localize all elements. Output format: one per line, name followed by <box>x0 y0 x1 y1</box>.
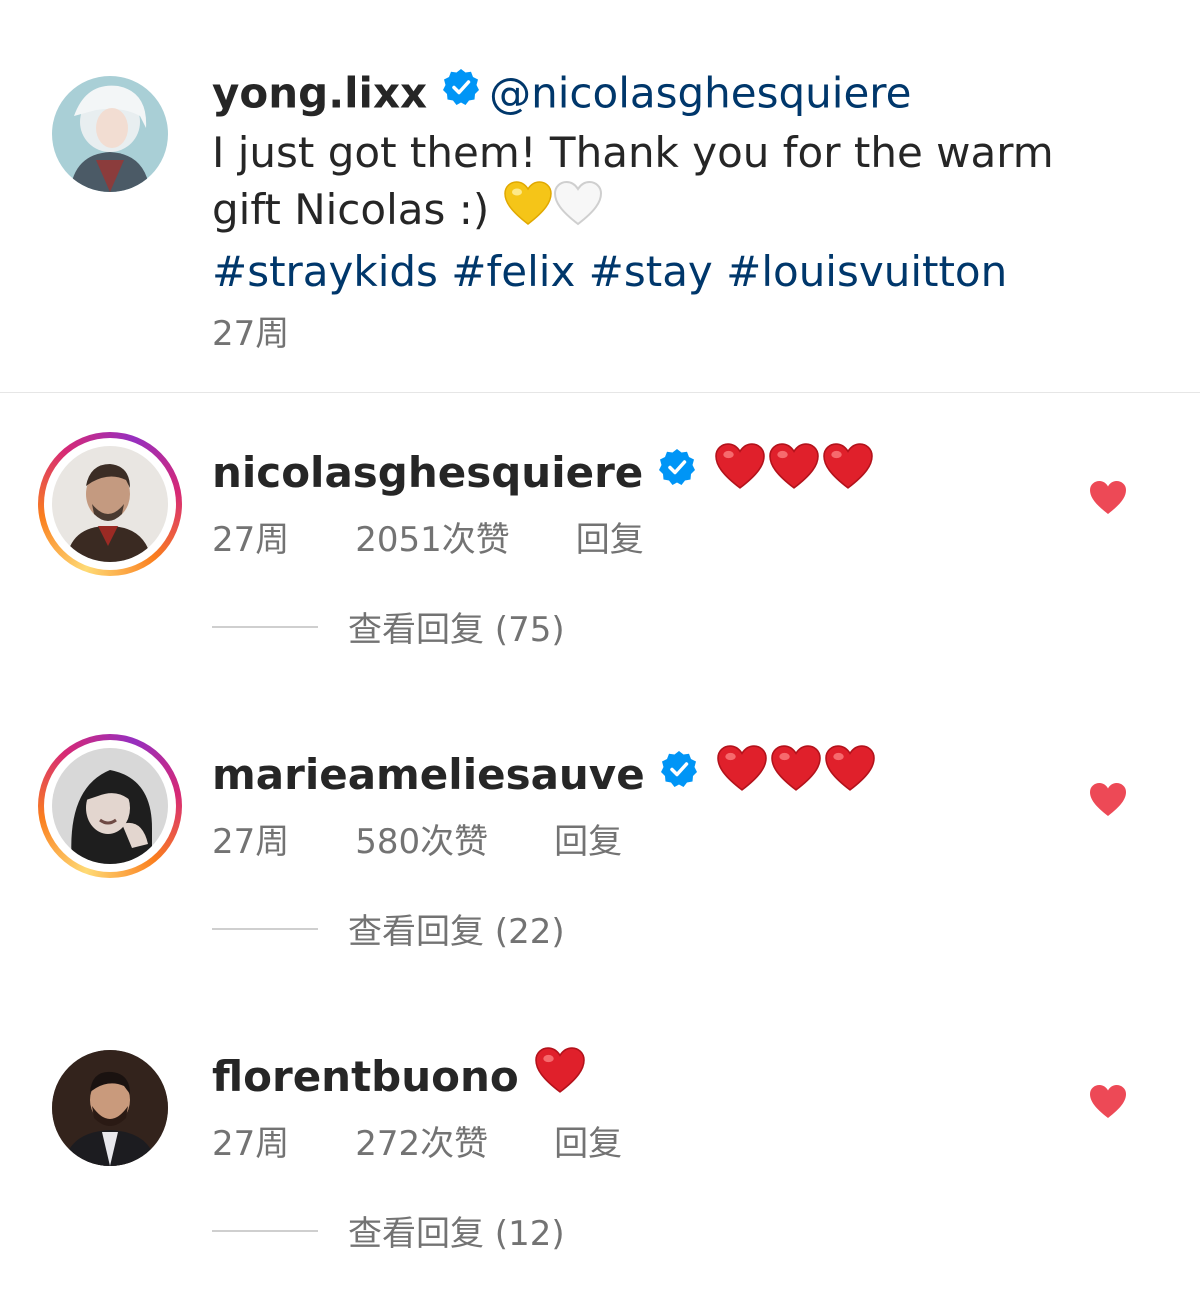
comment-meta: 27周 580次赞 回复 <box>212 814 622 863</box>
comment-likes[interactable]: 2051次赞 <box>355 512 510 561</box>
comment-item: nicolasghesquiere 27周 2051次赞 回复 查看回复 (75) <box>0 402 1200 702</box>
view-replies-button[interactable]: 查看回复 (75) <box>212 602 565 650</box>
commenter-username[interactable]: florentbuono <box>212 1052 519 1101</box>
divider <box>0 392 1200 393</box>
verified-badge-icon <box>659 748 699 802</box>
red-heart-emoji <box>767 442 821 503</box>
view-replies-label[interactable]: 查看回复 (75) <box>348 610 565 650</box>
replies-rule <box>212 927 318 930</box>
caption-line-2: I just got them! Thank you for the warm <box>212 128 1054 177</box>
caption-hashtags[interactable]: #straykids #felix #stay #louisvuitton <box>212 245 1112 299</box>
post-time: 27周 <box>212 314 290 354</box>
comment-likes[interactable]: 272次赞 <box>355 1116 488 1165</box>
view-replies-button[interactable]: 查看回复 (12) <box>212 1206 565 1254</box>
comment-likes[interactable]: 580次赞 <box>355 814 488 863</box>
reply-button[interactable]: 回复 <box>554 1116 622 1165</box>
author-username[interactable]: yong.lixx <box>212 69 427 118</box>
view-replies-label[interactable]: 查看回复 (22) <box>348 912 565 952</box>
commenter-avatar[interactable] <box>52 1050 168 1166</box>
red-heart-emoji <box>715 744 769 805</box>
caption-text: yong.lixx @nicolasghesquiere I just got t… <box>212 66 1112 299</box>
replies-rule <box>212 1229 318 1232</box>
commenter-avatar[interactable] <box>52 748 168 864</box>
red-heart-emoji <box>823 744 877 805</box>
commenter-username[interactable]: nicolasghesquiere <box>212 448 643 497</box>
view-replies-button[interactable]: 查看回复 (22) <box>212 904 565 952</box>
author-avatar[interactable] <box>52 76 168 192</box>
red-heart-emoji <box>713 442 767 503</box>
mention-link[interactable]: @nicolasghesquiere <box>489 69 911 118</box>
caption-line-1: yong.lixx @nicolasghesquiere <box>212 66 1112 126</box>
comment-meta: 27周 2051次赞 回复 <box>212 512 644 561</box>
heart-icon[interactable] <box>1088 478 1128 518</box>
heart-icon[interactable] <box>1088 1082 1128 1122</box>
red-heart-emoji <box>533 1046 587 1107</box>
comment-text: florentbuono <box>212 1046 587 1113</box>
red-heart-emoji <box>769 744 823 805</box>
story-ring[interactable] <box>38 432 182 576</box>
verified-badge-icon <box>441 66 481 120</box>
comment-item: marieameliesauve 27周 580次赞 回复 查看回复 (22) <box>0 704 1200 1004</box>
yellow-heart-emoji <box>503 180 553 239</box>
comment-time: 27周 <box>212 822 290 862</box>
caption-line-3-text: gift Nicolas :) <box>212 185 490 234</box>
commenter-username[interactable]: marieameliesauve <box>212 750 645 799</box>
comment-meta: 27周 272次赞 回复 <box>212 1116 622 1165</box>
reply-button[interactable]: 回复 <box>576 512 644 561</box>
commenter-avatar[interactable] <box>52 446 168 562</box>
heart-icon[interactable] <box>1088 780 1128 820</box>
comment-time: 27周 <box>212 520 290 560</box>
comment-time: 27周 <box>212 1124 290 1164</box>
view-replies-label[interactable]: 查看回复 (12) <box>348 1214 565 1254</box>
comment-item: florentbuono 27周 272次赞 回复 查看回复 (12) <box>0 1006 1200 1306</box>
red-heart-emoji-group <box>713 443 875 497</box>
reply-button[interactable]: 回复 <box>554 814 622 863</box>
post-caption: yong.lixx @nicolasghesquiere I just got t… <box>0 0 1200 392</box>
red-heart-emoji <box>821 442 875 503</box>
caption-line-3: gift Nicolas :) <box>212 180 1112 245</box>
story-ring[interactable] <box>38 734 182 878</box>
comment-text: marieameliesauve <box>212 744 877 811</box>
replies-rule <box>212 625 318 628</box>
red-heart-emoji-group <box>715 745 877 799</box>
comment-text: nicolasghesquiere <box>212 442 875 509</box>
white-heart-emoji <box>553 180 603 239</box>
verified-badge-icon <box>657 446 697 500</box>
